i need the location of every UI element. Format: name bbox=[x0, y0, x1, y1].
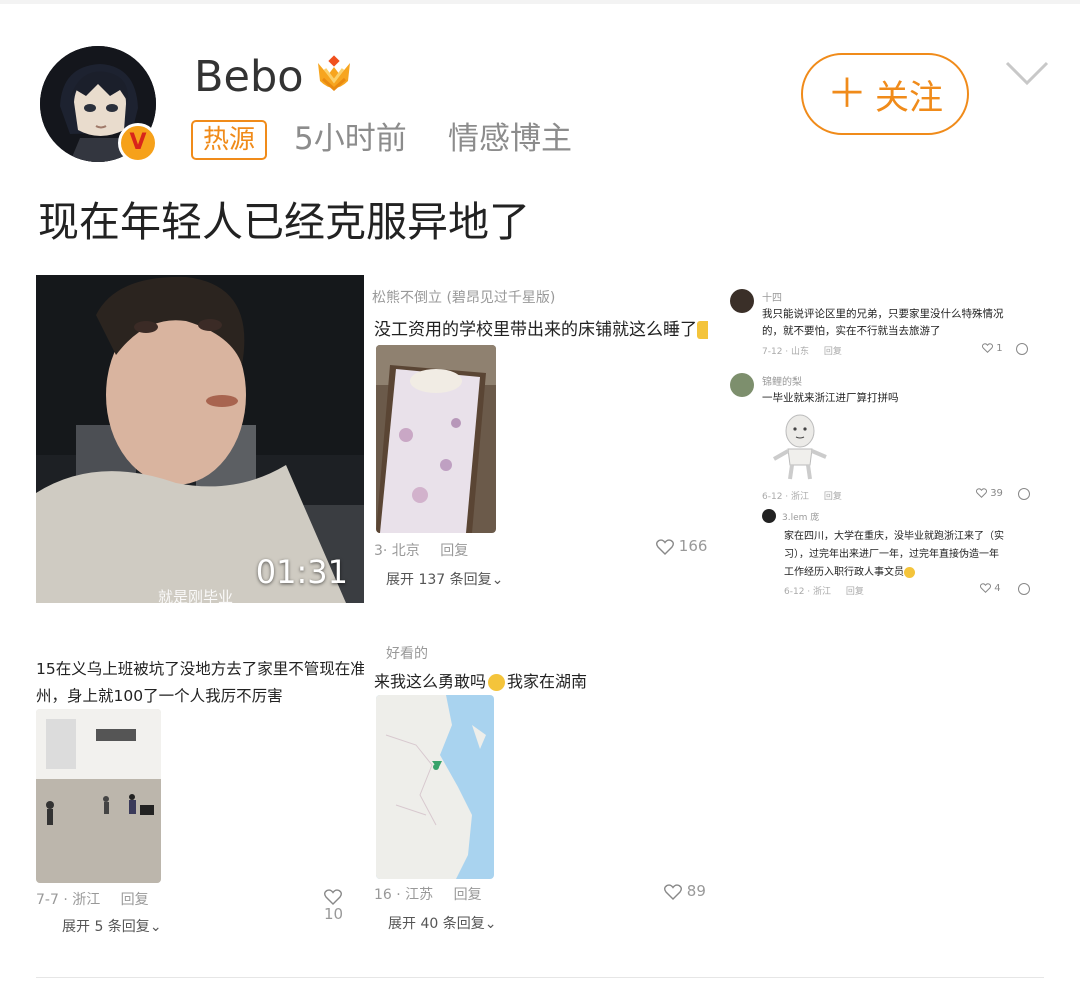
post-time: 5小时前 bbox=[294, 121, 407, 157]
comment-meta: 3· 北京 回复 bbox=[374, 540, 468, 560]
like-count[interactable]: 4 bbox=[980, 583, 1001, 594]
comment-location: 6-12 · 浙江 bbox=[784, 587, 832, 597]
heart-icon bbox=[982, 343, 993, 353]
likes-number: 166 bbox=[678, 537, 708, 555]
expand-replies[interactable]: 展开 137 条回复⌄ bbox=[386, 569, 503, 589]
comment-body: 我家在湖南 bbox=[507, 672, 588, 691]
username[interactable]: Bebo bbox=[194, 50, 304, 104]
comment-location: 7-12 · 山东 bbox=[762, 347, 810, 357]
reply-link[interactable]: 回复 bbox=[824, 492, 842, 502]
map-image bbox=[376, 695, 494, 879]
share-icon[interactable] bbox=[1018, 488, 1030, 500]
comment-text: 工作经历入职行政人事文员 bbox=[784, 563, 915, 578]
chevron-down-icon: ⌄ bbox=[491, 572, 504, 588]
medal-icon bbox=[312, 55, 356, 99]
comment-meta: 6-12 · 浙江 回复 bbox=[762, 489, 842, 502]
reply-link[interactable]: 回复 bbox=[824, 347, 842, 357]
verified-v-icon: V bbox=[118, 123, 158, 163]
heart-icon bbox=[980, 583, 991, 593]
post-text: 现在年轻人已经克服异地了 bbox=[38, 198, 530, 246]
like-count[interactable]: 39 bbox=[976, 488, 1003, 499]
follow-button[interactable]: ＋ 关注 bbox=[801, 53, 969, 135]
avatar bbox=[730, 289, 754, 313]
source-tag: 热源 bbox=[191, 120, 268, 160]
expand-replies[interactable]: 展开 40 条回复⌄ bbox=[388, 913, 496, 933]
plus-icon: ＋ bbox=[827, 71, 867, 117]
commenter-name: 3.lem 庞 bbox=[782, 513, 820, 523]
comment-text: 我只能说评论区里的兄弟，只要家里没什么特殊情况 bbox=[762, 308, 1004, 320]
comment-body: 工作经历入职行政人事文员 bbox=[784, 567, 904, 578]
comment-body: 没工资用的学校里带出来的床铺就这么睡了 bbox=[374, 320, 697, 340]
heart-icon bbox=[656, 538, 674, 555]
commenter-name: 锦鲤的梨 bbox=[762, 377, 802, 388]
comment-text: 来我这么勇敢吗 我家在湖南 bbox=[374, 668, 587, 692]
expand-label: 展开 137 条回复 bbox=[386, 572, 492, 588]
comment-location: 3· 北京 bbox=[374, 543, 420, 559]
comment-text: 家在四川，大学在重庆，没毕业就跑浙江来了（实 bbox=[784, 531, 1004, 542]
bed-photo bbox=[376, 345, 496, 533]
comment-meta: 16 · 江苏 回复 bbox=[374, 884, 482, 904]
likes-number: 4 bbox=[994, 583, 1001, 594]
heart-icon bbox=[324, 888, 342, 905]
share-icon[interactable] bbox=[1018, 583, 1030, 595]
likes-number: 1 bbox=[996, 343, 1003, 354]
expand-label: 展开 40 条回复 bbox=[388, 916, 485, 932]
like-count[interactable]: 166 bbox=[656, 537, 707, 555]
comment-meta: 7-7 · 浙江 回复 bbox=[36, 889, 149, 909]
video-duration: 01:31 bbox=[255, 553, 348, 591]
comment-body: 来我这么勇敢吗 bbox=[374, 672, 487, 691]
comment-meta: 7-12 · 山东 回复 bbox=[762, 344, 842, 357]
likes-number: 10 bbox=[324, 905, 344, 923]
comment-text: 州，身上就100了一个人我厉不厉害 bbox=[36, 687, 283, 705]
like-count[interactable]: 89 bbox=[664, 882, 706, 900]
reply-link[interactable]: 回复 bbox=[440, 543, 468, 559]
comment-text: 没工资用的学校里带出来的床铺就这么睡了 bbox=[374, 315, 708, 340]
comment-screenshot-4[interactable]: 好看的 来我这么勇敢吗 我家在湖南 16 · 江苏 回复 89 展开 40 条回复… bbox=[372, 633, 708, 945]
chevron-down-icon: ⌄ bbox=[484, 916, 497, 932]
sticker-image bbox=[770, 411, 830, 481]
comment-location: 6-12 · 浙江 bbox=[762, 492, 810, 502]
emoji-icon bbox=[488, 674, 506, 691]
video-subtitle: 就是刚毕业 bbox=[158, 588, 234, 603]
comment-text: 习），过完年出来进厂一年，过完年直接伪造一年 bbox=[784, 549, 999, 560]
likes-number: 39 bbox=[990, 488, 1003, 499]
comment-header: 松熊不倒立 (碧昂见过千星版) bbox=[372, 290, 556, 306]
likes-number: 89 bbox=[686, 882, 706, 900]
like-count[interactable]: 1 bbox=[982, 343, 1003, 354]
chevron-down-icon[interactable] bbox=[1004, 60, 1050, 88]
follow-label: 关注 bbox=[875, 77, 943, 118]
comment-screenshot-3[interactable]: 15在义乌上班被坑了没地方去了家里不管现在准备 州，身上就100了一个人我厉不厉… bbox=[36, 633, 364, 945]
comment-header: 好看的 bbox=[386, 646, 428, 662]
emoji-icon bbox=[697, 321, 708, 339]
comment-location: 16 · 江苏 bbox=[374, 887, 434, 903]
video-thumbnail[interactable]: 就是刚毕业 01:31 bbox=[36, 275, 364, 603]
station-photo bbox=[36, 709, 161, 883]
heart-icon bbox=[664, 883, 682, 900]
emoji-icon bbox=[904, 566, 915, 578]
comment-text: 一毕业就来浙江进厂算打拼吗 bbox=[762, 392, 899, 404]
comment-screenshot-1[interactable]: 松熊不倒立 (碧昂见过千星版) 没工资用的学校里带出来的床铺就这么睡了 3· 北… bbox=[372, 275, 708, 603]
expand-label: 展开 5 条回复 bbox=[62, 919, 150, 935]
reply-link[interactable]: 回复 bbox=[454, 887, 482, 903]
user-role: 情感博主 bbox=[448, 121, 572, 157]
comment-screenshot-2[interactable]: 十四 我只能说评论区里的兄弟，只要家里没什么特殊情况 的，就不要怕，实在不行就当… bbox=[716, 275, 1044, 603]
share-icon[interactable] bbox=[1016, 343, 1028, 355]
comment-text: 的，就不要怕，实在不行就当去旅游了 bbox=[762, 325, 941, 337]
like-count[interactable]: 10 bbox=[324, 887, 364, 923]
top-divider bbox=[0, 0, 1080, 4]
avatar bbox=[730, 373, 754, 397]
heart-icon bbox=[976, 488, 987, 498]
expand-replies[interactable]: 展开 5 条回复⌄ bbox=[62, 916, 162, 936]
chevron-down-icon: ⌄ bbox=[149, 919, 162, 935]
avatar bbox=[762, 509, 776, 523]
bottom-divider bbox=[36, 977, 1044, 978]
reply-link[interactable]: 回复 bbox=[121, 892, 149, 908]
comment-text: 15在义乌上班被坑了没地方去了家里不管现在准备 bbox=[36, 660, 364, 678]
comment-location: 7-7 · 浙江 bbox=[36, 892, 101, 908]
comment-meta: 6-12 · 浙江 回复 bbox=[784, 584, 864, 597]
commenter-name: 十四 bbox=[762, 293, 782, 304]
reply-link[interactable]: 回复 bbox=[846, 587, 864, 597]
